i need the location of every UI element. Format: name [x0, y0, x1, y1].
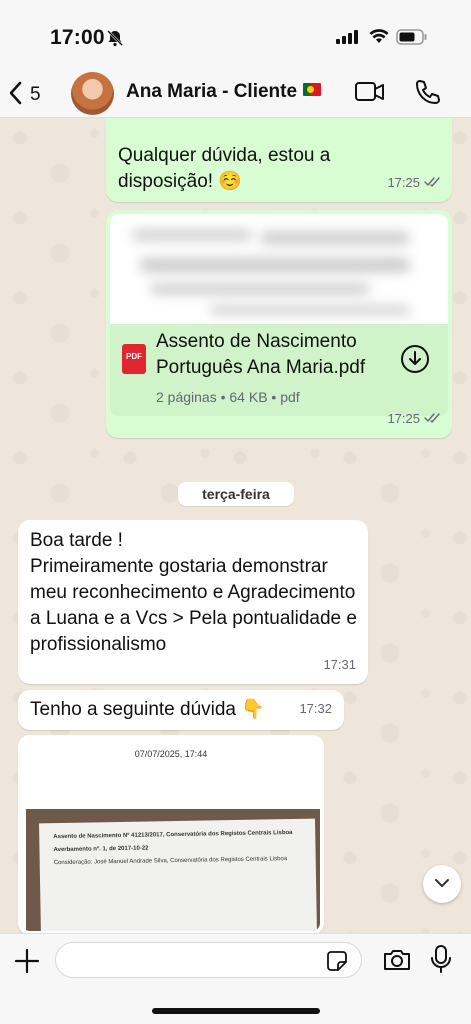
- message-meta: 17:25: [387, 170, 442, 196]
- attach-button[interactable]: [14, 948, 40, 979]
- document-line: Consideração: José Manuel Andrade Silva,…: [53, 856, 288, 867]
- contact-name-text: Ana Maria - Cliente: [126, 81, 298, 102]
- image-caption: 07/07/2025, 17:44: [134, 749, 208, 759]
- message-text: Qualquer dúvida, estou a disposição! ☺️: [118, 145, 331, 192]
- unread-count: 5: [30, 84, 41, 105]
- message-time: 17:32: [299, 701, 332, 716]
- download-button[interactable]: [400, 344, 430, 382]
- message-meta: 17:32: [299, 696, 332, 722]
- signal-icon: [336, 30, 360, 49]
- message-time: 17:31: [323, 657, 356, 672]
- date-divider: terça-feira: [178, 482, 294, 506]
- message-meta: 17:25: [387, 406, 442, 432]
- message-input[interactable]: [55, 942, 362, 978]
- message-incoming-image[interactable]: 07/07/2025, 17:44 Assento de Nascimento …: [18, 735, 324, 935]
- file-name: Assento de Nascimento Português Ana Mari…: [156, 331, 366, 378]
- battery-icon: [396, 29, 428, 50]
- microphone-button[interactable]: [430, 944, 452, 979]
- file-info: 2 páginas • 64 KB • pdf: [156, 389, 300, 405]
- chevron-left-icon: [8, 81, 22, 110]
- message-time: 17:25: [387, 175, 420, 190]
- image-thumbnail[interactable]: 07/07/2025, 17:44 Assento de Nascimento …: [22, 739, 320, 931]
- chat-header: 5 Ana Maria - Cliente: [0, 70, 471, 118]
- message-time: 17:25: [387, 411, 420, 426]
- message-text: Boa tarde ! Primeiramente gostaria demon…: [30, 530, 357, 655]
- wifi-icon: [369, 28, 389, 49]
- message-outgoing-document[interactable]: PDF Assento de Nascimento Português Ana …: [106, 210, 452, 438]
- double-check-icon: [424, 170, 442, 196]
- bell-muted-icon: [106, 29, 124, 52]
- message-text: Tenho a seguinte dúvida 👇: [30, 699, 265, 720]
- portugal-flag-icon: [303, 83, 322, 96]
- status-bar: 17:00: [0, 0, 471, 70]
- contact-avatar[interactable]: [71, 72, 114, 115]
- message-meta: 17:31: [323, 652, 356, 678]
- document-line: Averbamento nº. 1, de 2017-10-22: [53, 845, 149, 854]
- photo-content: Assento de Nascimento Nº 41213/2017, Con…: [26, 809, 320, 931]
- voice-call-button[interactable]: [414, 78, 440, 111]
- sticker-icon[interactable]: [326, 950, 348, 977]
- message-incoming[interactable]: Boa tarde ! Primeiramente gostaria demon…: [18, 520, 368, 684]
- file-card[interactable]: PDF Assento de Nascimento Português Ana …: [110, 324, 448, 416]
- video-call-button[interactable]: [354, 80, 386, 109]
- status-time: 17:00: [50, 26, 105, 49]
- photographed-document: Assento de Nascimento Nº 41213/2017, Con…: [39, 818, 317, 931]
- document-line: Assento de Nascimento Nº 41213/2017, Con…: [53, 829, 293, 841]
- back-button[interactable]: 5: [8, 80, 48, 110]
- message-outgoing[interactable]: Qualquer dúvida, estou a disposição! ☺️ …: [106, 118, 452, 202]
- double-check-icon: [424, 406, 442, 432]
- document-preview[interactable]: [110, 214, 448, 324]
- contact-name[interactable]: Ana Maria - Cliente: [126, 81, 322, 103]
- home-indicator: [152, 1008, 320, 1014]
- pdf-file-icon: PDF: [122, 344, 146, 374]
- message-incoming[interactable]: Tenho a seguinte dúvida 👇 17:32: [18, 690, 344, 730]
- chevron-down-icon: [434, 875, 450, 893]
- scroll-to-bottom-button[interactable]: [423, 865, 461, 903]
- message-composer: [0, 933, 471, 1024]
- camera-button[interactable]: [382, 948, 412, 977]
